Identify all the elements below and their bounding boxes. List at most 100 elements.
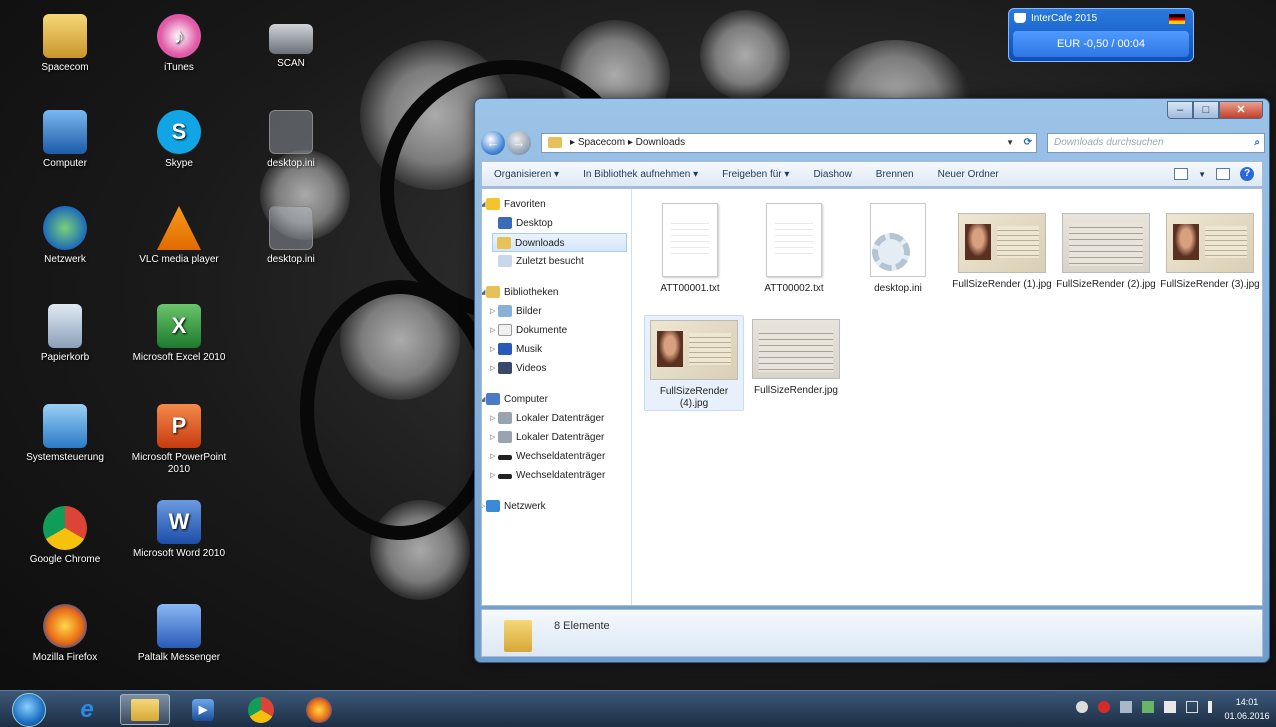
nav-documents[interactable]: ▷ Dokumente — [482, 321, 631, 340]
include-in-library-button[interactable]: In Bibliothek aufnehmen ▾ — [571, 169, 710, 180]
tray-network-icon[interactable] — [1142, 701, 1154, 713]
file-att00001-txt[interactable]: ATT00001.txt — [640, 197, 740, 295]
minimize-button[interactable]: – — [1167, 101, 1193, 119]
file-fullsizerender-4[interactable]: FullSizeRender (4).jpg — [644, 315, 744, 411]
desktop-icon-excel[interactable]: X Microsoft Excel 2010 — [124, 304, 234, 364]
intercafe-widget[interactable]: InterCafe 2015 EUR -0,50 / 00:04 — [1008, 8, 1194, 62]
intercafe-title-bar: InterCafe 2015 — [1009, 9, 1193, 29]
file-label: FullSizeRender (2).jpg — [1056, 279, 1156, 290]
file-fullsizerender-3[interactable]: FullSizeRender (3).jpg — [1160, 197, 1260, 291]
taskbar-explorer[interactable] — [120, 694, 170, 725]
search-input[interactable]: Downloads durchsuchen ⌕ — [1047, 133, 1265, 153]
back-button[interactable]: ← — [481, 131, 505, 155]
close-button[interactable]: ✕ — [1219, 101, 1263, 119]
preview-pane-icon[interactable] — [1216, 168, 1230, 180]
desktop-icon-vlc[interactable]: VLC media player — [124, 206, 234, 266]
file-fullsizerender-1[interactable]: FullSizeRender (1).jpg — [952, 197, 1052, 291]
collapsed-arrow-icon[interactable]: ▷ — [490, 447, 495, 466]
nav-pictures[interactable]: ▷ Bilder — [482, 302, 631, 321]
help-icon[interactable]: ? — [1240, 167, 1254, 181]
desktop-icon-netzwerk[interactable]: Netzwerk — [10, 206, 120, 266]
tray-display-icon[interactable] — [1186, 701, 1198, 713]
nav-removable-2[interactable]: ▷ Wechseldatenträger — [482, 466, 631, 485]
forward-button[interactable]: → — [507, 131, 531, 155]
desktop-icon-papierkorb[interactable]: Papierkorb — [10, 304, 120, 364]
slideshow-button[interactable]: Diashow — [801, 169, 863, 180]
desktop-icon-scan[interactable]: SCAN — [236, 14, 346, 70]
desktop-icon-firefox[interactable]: Mozilla Firefox — [10, 604, 120, 664]
collapsed-arrow-icon[interactable]: ▷ — [490, 466, 495, 485]
desktop-icon-spacecom[interactable]: Spacecom — [10, 14, 120, 74]
expand-arrow-icon[interactable]: ◢ — [482, 195, 485, 214]
nav-computer[interactable]: ◢ Computer — [482, 390, 631, 409]
view-dropdown-icon[interactable]: ▼ — [1198, 170, 1206, 179]
firefox-icon — [306, 696, 332, 723]
refresh-icon[interactable]: ⟳ — [1024, 134, 1032, 152]
collapsed-arrow-icon[interactable]: ▷ — [490, 340, 495, 359]
desktop-icon-computer[interactable]: Computer — [10, 110, 120, 170]
desktop-icon-powerpoint[interactable]: P Microsoft PowerPoint 2010 — [124, 404, 234, 476]
tray-volume-icon[interactable] — [1208, 701, 1220, 713]
nav-favorites[interactable]: ◢ Favoriten — [482, 195, 631, 214]
taskbar-firefox[interactable] — [294, 694, 344, 725]
collapsed-arrow-icon[interactable]: ▷ — [490, 428, 495, 447]
intercafe-logo-icon — [1014, 13, 1026, 23]
tray-shield-icon[interactable] — [1098, 701, 1110, 713]
address-dropdown-icon[interactable]: ▼ — [1006, 134, 1014, 152]
nav-label: Wechseldatenträger — [516, 470, 606, 481]
taskbar-chrome[interactable] — [236, 694, 286, 725]
maximize-button[interactable]: □ — [1193, 101, 1219, 119]
start-button[interactable] — [12, 693, 46, 727]
desktop-icon-chrome[interactable]: Google Chrome — [10, 506, 120, 566]
nav-label: Musik — [516, 344, 543, 355]
system-clock[interactable]: 14:01 01.06.2016 — [1224, 695, 1270, 723]
nav-local-disk-2[interactable]: ▷ Lokaler Datenträger — [482, 428, 631, 447]
expand-arrow-icon[interactable]: ◢ — [482, 390, 485, 409]
collapsed-arrow-icon[interactable]: ▷ — [490, 302, 495, 321]
star-icon — [486, 198, 500, 210]
tray-keyboard-icon[interactable] — [1120, 701, 1132, 713]
nav-local-disk-1[interactable]: ▷ Lokaler Datenträger — [482, 409, 631, 428]
tray-action-center-flag-icon[interactable] — [1164, 701, 1176, 713]
tray-app-icon[interactable] — [1076, 701, 1088, 713]
desktop-icon-itunes[interactable]: ♪ iTunes — [124, 14, 234, 74]
desktop-icon-word[interactable]: W Microsoft Word 2010 — [124, 500, 234, 560]
view-controls: ▼ ? — [1174, 167, 1262, 181]
nav-label: Lokaler Datenträger — [516, 413, 605, 424]
desktop-icon-skype[interactable]: S Skype — [124, 110, 234, 170]
file-fullsizerender-2[interactable]: FullSizeRender (2).jpg — [1056, 197, 1156, 291]
share-with-button[interactable]: Freigeben für ▾ — [710, 169, 801, 180]
desktop-icon-desktop-ini-2[interactable]: desktop.ini — [236, 206, 346, 266]
collapsed-arrow-icon[interactable]: ▷ — [490, 321, 495, 340]
expand-arrow-icon[interactable]: ◢ — [482, 283, 485, 302]
breadcrumb-spacecom[interactable]: Spacecom — [578, 137, 625, 148]
collapsed-arrow-icon[interactable]: ▷ — [490, 359, 495, 378]
file-label: FullSizeRender (1).jpg — [952, 279, 1052, 290]
nav-removable-1[interactable]: ▷ Wechseldatenträger — [482, 447, 631, 466]
collapsed-arrow-icon[interactable]: ▷ — [482, 497, 485, 516]
breadcrumb-downloads[interactable]: Downloads — [636, 137, 685, 148]
view-options-icon[interactable] — [1174, 168, 1189, 180]
search-icon[interactable]: ⌕ — [1254, 134, 1260, 152]
nav-network[interactable]: ▷ Netzwerk — [482, 497, 631, 516]
burn-button[interactable]: Brennen — [864, 169, 926, 180]
organize-button[interactable]: Organisieren ▾ — [482, 169, 571, 180]
nav-libraries[interactable]: ◢ Bibliotheken — [482, 283, 631, 302]
taskbar-media-player[interactable]: ▶ — [178, 694, 228, 725]
desktop-icon-paltalk[interactable]: Paltalk Messenger — [124, 604, 234, 664]
taskbar-internet-explorer[interactable]: e — [62, 694, 112, 725]
nav-recent[interactable]: Zuletzt besucht — [482, 252, 631, 271]
nav-desktop[interactable]: Desktop — [482, 214, 631, 233]
desktop-icon-systemsteuerung[interactable]: Systemsteuerung — [10, 404, 120, 464]
new-folder-button[interactable]: Neuer Ordner — [926, 169, 1011, 180]
file-att00002-txt[interactable]: ATT00002.txt — [744, 197, 844, 295]
nav-music[interactable]: ▷ Musik — [482, 340, 631, 359]
desktop-icon-desktop-ini-1[interactable]: desktop.ini — [236, 110, 346, 170]
image-thumbnail — [752, 319, 840, 379]
nav-downloads[interactable]: Downloads — [492, 233, 627, 252]
nav-videos[interactable]: ▷ Videos — [482, 359, 631, 378]
file-fullsizerender[interactable]: FullSizeRender.jpg — [746, 315, 846, 397]
address-bar[interactable]: ▸ Spacecom ▸ Downloads ▼ ⟳ — [541, 133, 1037, 153]
collapsed-arrow-icon[interactable]: ▷ — [490, 409, 495, 428]
file-desktop-ini[interactable]: desktop.ini — [848, 197, 948, 295]
